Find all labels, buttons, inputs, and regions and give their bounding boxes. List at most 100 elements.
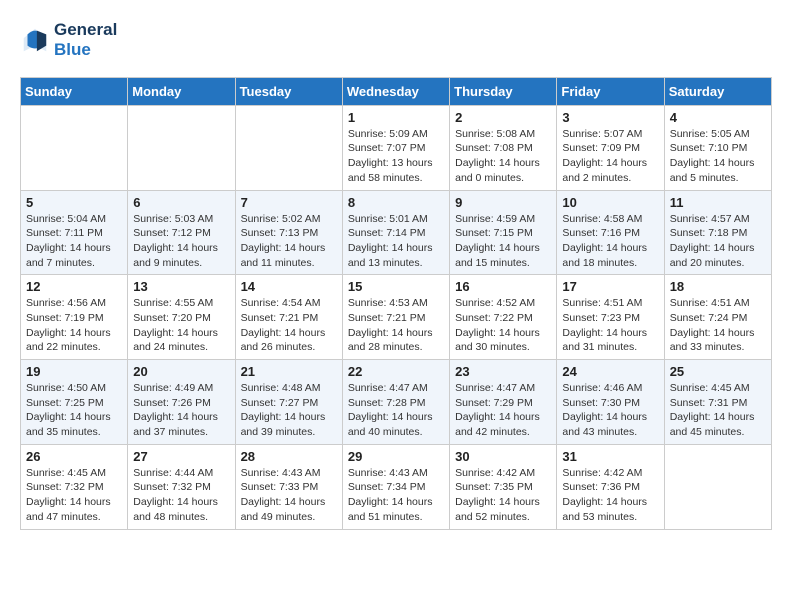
day-number: 18 — [670, 279, 766, 294]
weekday-header-wednesday: Wednesday — [342, 77, 449, 105]
day-number: 25 — [670, 364, 766, 379]
logo-icon — [20, 25, 50, 55]
day-info: Sunrise: 4:56 AMSunset: 7:19 PMDaylight:… — [26, 296, 122, 355]
day-info: Sunrise: 5:01 AMSunset: 7:14 PMDaylight:… — [348, 212, 444, 271]
day-info: Sunrise: 5:08 AMSunset: 7:08 PMDaylight:… — [455, 127, 551, 186]
calendar-cell: 27Sunrise: 4:44 AMSunset: 7:32 PMDayligh… — [128, 444, 235, 529]
day-info: Sunrise: 4:46 AMSunset: 7:30 PMDaylight:… — [562, 381, 658, 440]
day-info: Sunrise: 4:47 AMSunset: 7:29 PMDaylight:… — [455, 381, 551, 440]
calendar-cell: 11 Sunrise: 4:57 AMSunset: 7:18 PMDayligh… — [664, 190, 771, 275]
calendar-cell: 29 Sunrise: 4:43 AMSunset: 7:34 PMDayligh… — [342, 444, 449, 529]
day-number: 24 — [562, 364, 658, 379]
day-info: Sunrise: 4:45 AMSunset: 7:32 PMDaylight:… — [26, 466, 122, 525]
calendar-cell: 3Sunrise: 5:07 AMSunset: 7:09 PMDaylight… — [557, 105, 664, 190]
day-info: Sunrise: 4:52 AMSunset: 7:22 PMDaylight:… — [455, 296, 551, 355]
calendar-cell — [128, 105, 235, 190]
day-info: Sunrise: 4:43 AMSunset: 7:33 PMDaylight:… — [241, 466, 337, 525]
day-number: 26 — [26, 449, 122, 464]
day-info: Sunrise: 4:49 AMSunset: 7:26 PMDaylight:… — [133, 381, 229, 440]
day-info: Sunrise: 4:45 AMSunset: 7:31 PMDaylight:… — [670, 381, 766, 440]
day-number: 14 — [241, 279, 337, 294]
day-number: 19 — [26, 364, 122, 379]
calendar-cell: 5 Sunrise: 5:04 AMSunset: 7:11 PMDaylight… — [21, 190, 128, 275]
day-number: 20 — [133, 364, 229, 379]
weekday-header-thursday: Thursday — [450, 77, 557, 105]
calendar-cell: 21 Sunrise: 4:48 AMSunset: 7:27 PMDayligh… — [235, 360, 342, 445]
calendar-cell: 18 Sunrise: 4:51 AMSunset: 7:24 PMDayligh… — [664, 275, 771, 360]
weekday-header-monday: Monday — [128, 77, 235, 105]
weekday-header-sunday: Sunday — [21, 77, 128, 105]
day-number: 8 — [348, 195, 444, 210]
day-number: 31 — [562, 449, 658, 464]
day-info: Sunrise: 4:59 AMSunset: 7:15 PMDaylight:… — [455, 212, 551, 271]
calendar-cell: 1 Sunrise: 5:09 AMSunset: 7:07 PMDaylight… — [342, 105, 449, 190]
calendar-cell: 22Sunrise: 4:47 AMSunset: 7:28 PMDayligh… — [342, 360, 449, 445]
day-info: Sunrise: 4:43 AMSunset: 7:34 PMDaylight:… — [348, 466, 444, 525]
day-info: Sunrise: 5:05 AMSunset: 7:10 PMDaylight:… — [670, 127, 766, 186]
calendar-cell: 2 Sunrise: 5:08 AMSunset: 7:08 PMDaylight… — [450, 105, 557, 190]
day-info: Sunrise: 4:53 AMSunset: 7:21 PMDaylight:… — [348, 296, 444, 355]
calendar-cell: 24 Sunrise: 4:46 AMSunset: 7:30 PMDayligh… — [557, 360, 664, 445]
day-number: 10 — [562, 195, 658, 210]
day-number: 5 — [26, 195, 122, 210]
day-number: 23 — [455, 364, 551, 379]
weekday-header-friday: Friday — [557, 77, 664, 105]
day-info: Sunrise: 5:03 AMSunset: 7:12 PMDaylight:… — [133, 212, 229, 271]
day-number: 13 — [133, 279, 229, 294]
day-number: 15 — [348, 279, 444, 294]
calendar-cell — [664, 444, 771, 529]
calendar-cell: 25 Sunrise: 4:45 AMSunset: 7:31 PMDayligh… — [664, 360, 771, 445]
day-number: 17 — [562, 279, 658, 294]
calendar-cell: 16 Sunrise: 4:52 AMSunset: 7:22 PMDayligh… — [450, 275, 557, 360]
calendar-cell: 13 Sunrise: 4:55 AMSunset: 7:20 PMDayligh… — [128, 275, 235, 360]
day-number: 6 — [133, 195, 229, 210]
calendar-cell: 26 Sunrise: 4:45 AMSunset: 7:32 PMDayligh… — [21, 444, 128, 529]
calendar-cell: 14 Sunrise: 4:54 AMSunset: 7:21 PMDayligh… — [235, 275, 342, 360]
day-number: 1 — [348, 110, 444, 125]
day-info: Sunrise: 4:54 AMSunset: 7:21 PMDaylight:… — [241, 296, 337, 355]
day-info: Sunrise: 5:04 AMSunset: 7:11 PMDaylight:… — [26, 212, 122, 271]
day-info: Sunrise: 4:48 AMSunset: 7:27 PMDaylight:… — [241, 381, 337, 440]
day-info: Sunrise: 4:50 AMSunset: 7:25 PMDaylight:… — [26, 381, 122, 440]
calendar-cell: 12 Sunrise: 4:56 AMSunset: 7:19 PMDayligh… — [21, 275, 128, 360]
calendar-cell: 6 Sunrise: 5:03 AMSunset: 7:12 PMDaylight… — [128, 190, 235, 275]
day-number: 4 — [670, 110, 766, 125]
day-number: 9 — [455, 195, 551, 210]
day-info: Sunrise: 5:07 AMSunset: 7:09 PMDaylight:… — [562, 127, 658, 186]
day-number: 16 — [455, 279, 551, 294]
logo-text: General Blue — [54, 20, 117, 61]
day-number: 28 — [241, 449, 337, 464]
weekday-header-tuesday: Tuesday — [235, 77, 342, 105]
day-number: 11 — [670, 195, 766, 210]
day-info: Sunrise: 5:09 AMSunset: 7:07 PMDaylight:… — [348, 127, 444, 186]
day-number: 29 — [348, 449, 444, 464]
calendar-cell: 4 Sunrise: 5:05 AMSunset: 7:10 PMDaylight… — [664, 105, 771, 190]
day-number: 12 — [26, 279, 122, 294]
day-number: 21 — [241, 364, 337, 379]
weekday-header-saturday: Saturday — [664, 77, 771, 105]
day-info: Sunrise: 5:02 AMSunset: 7:13 PMDaylight:… — [241, 212, 337, 271]
day-info: Sunrise: 4:55 AMSunset: 7:20 PMDaylight:… — [133, 296, 229, 355]
calendar-cell: 17 Sunrise: 4:51 AMSunset: 7:23 PMDayligh… — [557, 275, 664, 360]
calendar-cell: 28 Sunrise: 4:43 AMSunset: 7:33 PMDayligh… — [235, 444, 342, 529]
calendar-table: SundayMondayTuesdayWednesdayThursdayFrid… — [20, 77, 772, 530]
calendar-cell: 10 Sunrise: 4:58 AMSunset: 7:16 PMDayligh… — [557, 190, 664, 275]
day-info: Sunrise: 4:51 AMSunset: 7:23 PMDaylight:… — [562, 296, 658, 355]
calendar-cell: 15 Sunrise: 4:53 AMSunset: 7:21 PMDayligh… — [342, 275, 449, 360]
calendar-cell: 31Sunrise: 4:42 AMSunset: 7:36 PMDayligh… — [557, 444, 664, 529]
calendar-cell: 30 Sunrise: 4:42 AMSunset: 7:35 PMDayligh… — [450, 444, 557, 529]
day-info: Sunrise: 4:57 AMSunset: 7:18 PMDaylight:… — [670, 212, 766, 271]
day-info: Sunrise: 4:42 AMSunset: 7:35 PMDaylight:… — [455, 466, 551, 525]
day-number: 30 — [455, 449, 551, 464]
day-info: Sunrise: 4:51 AMSunset: 7:24 PMDaylight:… — [670, 296, 766, 355]
calendar-cell: 20 Sunrise: 4:49 AMSunset: 7:26 PMDayligh… — [128, 360, 235, 445]
day-info: Sunrise: 4:58 AMSunset: 7:16 PMDaylight:… — [562, 212, 658, 271]
calendar-cell: 9 Sunrise: 4:59 AMSunset: 7:15 PMDaylight… — [450, 190, 557, 275]
calendar-cell: 7 Sunrise: 5:02 AMSunset: 7:13 PMDaylight… — [235, 190, 342, 275]
day-info: Sunrise: 4:44 AMSunset: 7:32 PMDaylight:… — [133, 466, 229, 525]
day-info: Sunrise: 4:47 AMSunset: 7:28 PMDaylight:… — [348, 381, 444, 440]
calendar-cell: 23 Sunrise: 4:47 AMSunset: 7:29 PMDayligh… — [450, 360, 557, 445]
logo: General Blue — [20, 20, 117, 61]
day-number: 7 — [241, 195, 337, 210]
day-number: 2 — [455, 110, 551, 125]
